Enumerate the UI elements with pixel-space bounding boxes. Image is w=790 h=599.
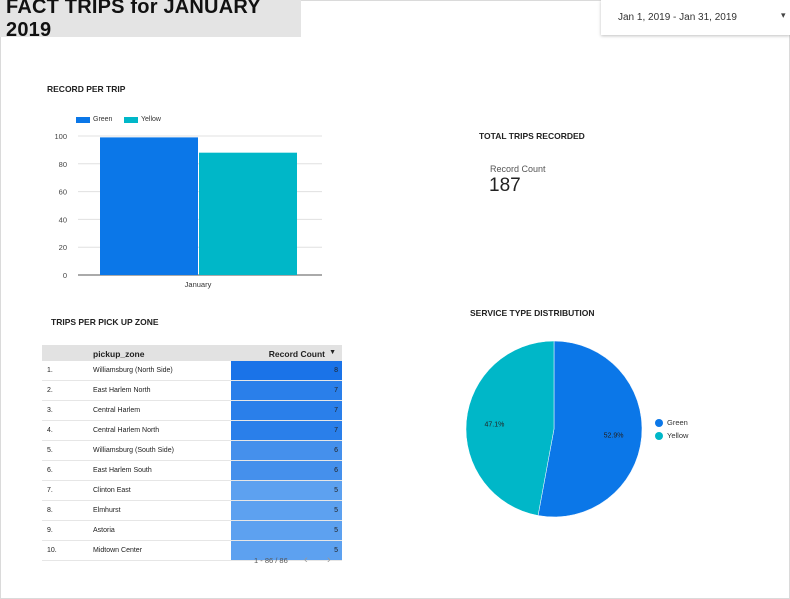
- row-index: 10.: [47, 547, 57, 554]
- row-record-count: 7: [334, 427, 338, 434]
- table-row[interactable]: 7. Clinton East 5: [42, 481, 342, 501]
- table-row[interactable]: 3. Central Harlem 7: [42, 401, 342, 421]
- row-record-count: 5: [334, 547, 338, 554]
- row-pickup-zone: Midtown Center: [93, 547, 143, 554]
- trips-per-zone-title: TRIPS PER PICK UP ZONE: [51, 317, 159, 327]
- total-trips-title: TOTAL TRIPS RECORDED: [479, 131, 585, 141]
- pie-legend-green[interactable]: Green: [655, 418, 688, 427]
- prev-page-icon[interactable]: ‹: [304, 554, 308, 566]
- row-record-count: 5: [334, 527, 338, 534]
- row-record-count: 5: [334, 507, 338, 514]
- table-header: pickup_zone Record Count ▼: [42, 345, 342, 361]
- row-record-count-cell: 7: [231, 381, 342, 400]
- table-pagination: 1 - 86 / 86 ‹ ›: [254, 554, 331, 566]
- row-pickup-zone: Williamsburg (South Side): [93, 447, 174, 454]
- row-record-count: 6: [334, 447, 338, 454]
- row-index: 8.: [47, 507, 53, 514]
- row-pickup-zone: Elmhurst: [93, 507, 121, 514]
- pagination-label: 1 - 86 / 86: [254, 556, 288, 565]
- pie-legend-label-green: Green: [667, 418, 688, 427]
- row-pickup-zone: Clinton East: [93, 487, 131, 494]
- bar-green[interactable]: [100, 137, 198, 275]
- bar-y-tick-label: 20: [59, 243, 67, 252]
- row-record-count: 7: [334, 387, 338, 394]
- row-index: 9.: [47, 527, 53, 534]
- table-body: 1. Williamsburg (North Side) 8 2. East Harle…: [42, 361, 342, 561]
- bar-x-tick-label: January: [185, 280, 212, 289]
- pie-legend-label-yellow: Yellow: [667, 431, 689, 440]
- pickup-zone-table: pickup_zone Record Count ▼ 1. Williamsbur…: [42, 345, 342, 561]
- row-pickup-zone: East Harlem North: [93, 387, 151, 394]
- pie-legend-yellow[interactable]: Yellow: [655, 431, 688, 440]
- next-page-icon[interactable]: ›: [327, 554, 331, 566]
- sort-desc-icon[interactable]: ▼: [329, 349, 336, 356]
- row-pickup-zone: Central Harlem: [93, 407, 141, 414]
- row-record-count-cell: 5: [231, 501, 342, 520]
- column-header-pickup-zone[interactable]: pickup_zone: [93, 349, 144, 359]
- bar-yellow[interactable]: [199, 152, 297, 275]
- row-pickup-zone: East Harlem South: [93, 467, 152, 474]
- bar-y-tick-label: 80: [59, 160, 67, 169]
- row-index: 6.: [47, 467, 53, 474]
- row-record-count-cell: 5: [231, 481, 342, 500]
- row-record-count-cell: 6: [231, 441, 342, 460]
- row-index: 5.: [47, 447, 53, 454]
- table-row[interactable]: 5. Williamsburg (South Side) 6: [42, 441, 342, 461]
- row-record-count-cell: 6: [231, 461, 342, 480]
- record-count-label: Record Count: [490, 164, 546, 174]
- table-row[interactable]: 2. East Harlem North 7: [42, 381, 342, 401]
- pie-legend-dot-yellow: [655, 431, 663, 440]
- row-index: 3.: [47, 407, 53, 414]
- bar-y-tick-label: 0: [63, 271, 67, 280]
- row-record-count-cell: 5: [231, 521, 342, 540]
- table-row[interactable]: 6. East Harlem South 6: [42, 461, 342, 481]
- row-index: 4.: [47, 427, 53, 434]
- row-record-count: 7: [334, 407, 338, 414]
- row-pickup-zone: Williamsburg (North Side): [93, 367, 173, 374]
- row-record-count-cell: 7: [231, 421, 342, 440]
- row-record-count: 5: [334, 487, 338, 494]
- bar-y-tick-label: 40: [59, 215, 67, 224]
- table-row[interactable]: 1. Williamsburg (North Side) 8: [42, 361, 342, 381]
- pie-legend-dot-green: [655, 418, 663, 427]
- bar-y-tick-label: 100: [54, 132, 67, 141]
- table-row[interactable]: 9. Astoria 5: [42, 521, 342, 541]
- row-index: 7.: [47, 487, 53, 494]
- row-record-count: 6: [334, 467, 338, 474]
- row-index: 1.: [47, 367, 53, 374]
- bar-y-tick-label: 60: [59, 188, 67, 197]
- service-type-title: SERVICE TYPE DISTRIBUTION: [470, 308, 595, 318]
- column-header-record-count[interactable]: Record Count: [269, 349, 325, 359]
- row-record-count: 8: [334, 367, 338, 374]
- row-pickup-zone: Astoria: [93, 527, 115, 534]
- table-row[interactable]: 4. Central Harlem North 7: [42, 421, 342, 441]
- row-record-count-cell: 7: [231, 401, 342, 420]
- row-pickup-zone: Central Harlem North: [93, 427, 160, 434]
- row-record-count-cell: 8: [231, 361, 342, 380]
- table-row[interactable]: 10. Midtown Center 5: [42, 541, 342, 561]
- row-index: 2.: [47, 387, 53, 394]
- table-row[interactable]: 8. Elmhurst 5: [42, 501, 342, 521]
- record-count-value: 187: [489, 175, 521, 196]
